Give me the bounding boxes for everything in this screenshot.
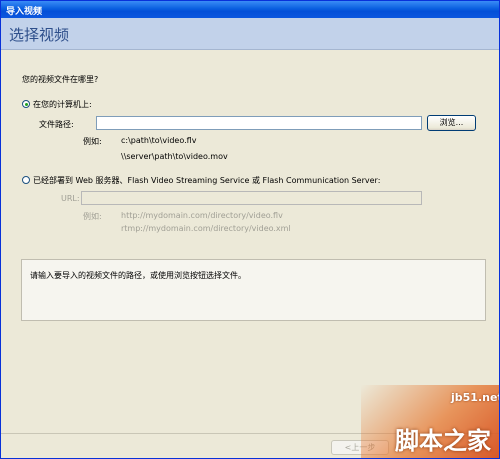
local-example-label: 例如:	[83, 137, 102, 146]
help-message: 请输入要导入的视频文件的路径，或使用浏览按钮选择文件。	[30, 271, 246, 280]
location-question: 您的视频文件在哪里?	[22, 75, 99, 84]
browse-button[interactable]: 浏览...	[427, 115, 476, 131]
watermark-brand: 脚本之家	[395, 427, 491, 455]
import-video-dialog: 导入视频 选择视频 您的视频文件在哪里? 在您的计算机上: 文件路径: 浏览..…	[0, 0, 500, 459]
radio-local-computer-label[interactable]: 在您的计算机上:	[33, 99, 92, 110]
radio-local-computer[interactable]	[22, 100, 30, 108]
wizard-header: 选择视频	[1, 18, 499, 50]
local-example-2: \\server\path\to\video.mov	[121, 152, 228, 161]
help-message-box: 请输入要导入的视频文件的路径，或使用浏览按钮选择文件。	[21, 259, 486, 321]
window-title: 导入视频	[6, 7, 43, 17]
server-example-2: rtmp://mydomain.com/directory/video.xml	[121, 224, 291, 233]
watermark-site: jb51.net	[451, 391, 500, 404]
server-example-1: http://mydomain.com/directory/video.flv	[121, 211, 283, 220]
radio-web-server[interactable]	[22, 176, 30, 184]
local-example-1: c:\path\to\video.flv	[121, 136, 197, 145]
page-title: 选择视频	[9, 26, 70, 44]
title-bar[interactable]: 导入视频	[1, 1, 499, 18]
url-input[interactable]	[81, 191, 422, 205]
radio-web-server-label[interactable]: 已经部署到 Web 服务器、Flash Video Streaming Serv…	[33, 175, 380, 186]
server-example-label: 例如:	[83, 212, 102, 221]
url-label: URL:	[61, 194, 80, 203]
file-path-input[interactable]	[96, 116, 422, 130]
file-path-label: 文件路径:	[39, 120, 74, 129]
